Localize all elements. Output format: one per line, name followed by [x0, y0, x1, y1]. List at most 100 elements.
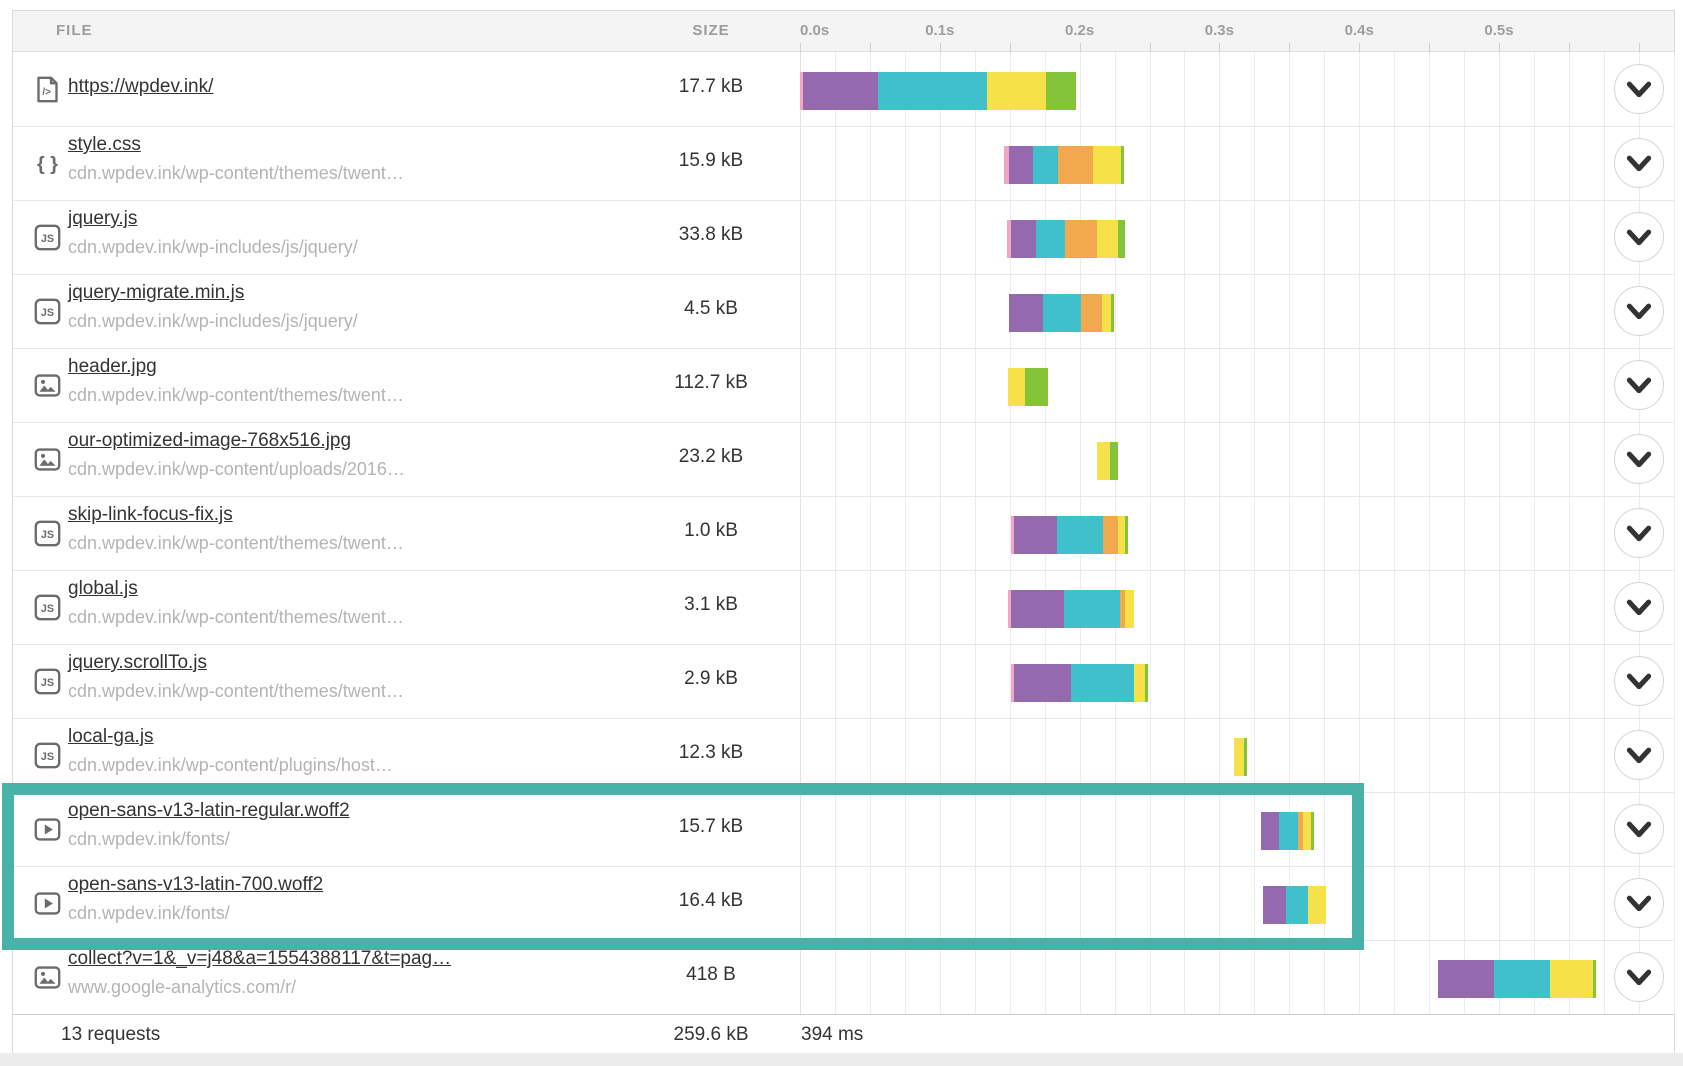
- file-link[interactable]: global.js: [68, 578, 138, 600]
- waterfall-page: FILE SIZE 0.0s0.1s0.2s0.3s0.4s0.5s />htt…: [0, 0, 1683, 1066]
- timing-segment-green: [1311, 812, 1314, 850]
- table-row: open-sans-v13-latin-regular.woff2 cdn.wpd…: [13, 792, 1674, 866]
- table-row: JS local-ga.js cdn.wpdev.ink/wp-content/pl…: [13, 718, 1674, 792]
- svg-text:JS: JS: [41, 233, 54, 245]
- timing-segment-yellow: [1550, 960, 1593, 998]
- expand-row-button[interactable]: [1614, 434, 1664, 484]
- file-size: 33.8 kB: [641, 224, 781, 246]
- timing-bar[interactable]: [1004, 146, 1124, 184]
- timing-segment-teal: [1494, 960, 1550, 998]
- file-size: 17.7 kB: [641, 76, 781, 98]
- time-axis-tick: [1010, 43, 1011, 52]
- total-size: 259.6 kB: [641, 1024, 781, 1046]
- expand-row-button[interactable]: [1614, 286, 1664, 336]
- file-link[interactable]: style.css: [68, 134, 141, 156]
- expand-row-button[interactable]: [1614, 804, 1664, 854]
- file-size: 15.7 kB: [641, 816, 781, 838]
- timing-segment-green: [1121, 146, 1124, 184]
- time-axis-tick: [1289, 43, 1290, 52]
- timing-segment-yellow: [1125, 590, 1133, 628]
- expand-row-button[interactable]: [1614, 730, 1664, 780]
- timing-segment-purple: [1011, 220, 1036, 258]
- time-axis-tick: [800, 43, 801, 52]
- request-rows: /> https://wpdev.ink/17.7 kB { } style.css c…: [13, 52, 1674, 1014]
- timing-segment-green: [1025, 368, 1049, 406]
- js-file-icon: JS: [34, 298, 61, 325]
- timing-segment-yellow: [1303, 812, 1311, 850]
- timing-segment-yellow: [1134, 664, 1145, 702]
- timing-segment-orange: [1065, 220, 1097, 258]
- file-link[interactable]: header.jpg: [68, 356, 157, 378]
- table-row: our-optimized-image-768x516.jpg cdn.wpdev…: [13, 422, 1674, 496]
- timing-bar[interactable]: [1438, 960, 1596, 998]
- timing-segment-teal: [1033, 146, 1058, 184]
- timing-bar[interactable]: [800, 72, 1076, 110]
- time-axis-tick: [1219, 43, 1220, 52]
- total-load-time: 394 ms: [801, 1024, 863, 1046]
- expand-row-button[interactable]: [1614, 582, 1664, 632]
- timing-bar[interactable]: [1009, 294, 1114, 332]
- timing-bar[interactable]: [1261, 812, 1314, 850]
- expand-row-button[interactable]: [1614, 656, 1664, 706]
- js-file-icon: JS: [34, 742, 61, 769]
- timing-bar[interactable]: [1008, 590, 1134, 628]
- total-requests: 13 requests: [61, 1024, 160, 1046]
- js-file-icon: JS: [34, 594, 61, 621]
- file-link[interactable]: skip-link-focus-fix.js: [68, 504, 233, 526]
- timing-segment-teal: [1064, 590, 1120, 628]
- file-host-path: cdn.wpdev.ink/wp-content/themes/twent…: [68, 163, 404, 184]
- file-link[interactable]: open-sans-v13-latin-700.woff2: [68, 874, 323, 896]
- table-row: JSjquery.jscdn.wpdev.ink/wp-includes/js/…: [13, 200, 1674, 274]
- file-host-path: cdn.wpdev.ink/wp-content/plugins/host…: [68, 755, 393, 776]
- timing-segment-yellow: [1093, 146, 1121, 184]
- time-axis-label: 0.4s: [1345, 22, 1374, 39]
- time-axis-tick: [1499, 43, 1500, 52]
- timing-bar[interactable]: [1011, 516, 1128, 554]
- expand-row-button[interactable]: [1614, 878, 1664, 928]
- file-link[interactable]: our-optimized-image-768x516.jpg: [68, 430, 351, 452]
- expand-row-button[interactable]: [1614, 508, 1664, 558]
- file-host-path: cdn.wpdev.ink/wp-content/uploads/2016…: [68, 459, 405, 480]
- expand-row-button[interactable]: [1614, 360, 1664, 410]
- file-link[interactable]: open-sans-v13-latin-regular.woff2: [68, 800, 350, 822]
- timing-segment-green: [1244, 738, 1247, 776]
- expand-row-button[interactable]: [1614, 212, 1664, 262]
- file-link[interactable]: jquery-migrate.min.js: [68, 282, 244, 304]
- timing-bar[interactable]: [1007, 220, 1126, 258]
- time-axis-label: 0.0s: [800, 22, 829, 39]
- file-link[interactable]: collect?v=1&_v=j48&a=1554388117&t=pag…: [68, 948, 451, 970]
- time-axis-tick: [1569, 43, 1570, 52]
- expand-row-button[interactable]: [1614, 64, 1664, 114]
- file-size: 418 B: [641, 964, 781, 986]
- file-link[interactable]: jquery.js: [68, 208, 137, 230]
- file-host-path: cdn.wpdev.ink/wp-content/themes/twent…: [68, 533, 404, 554]
- timing-segment-yellow: [1097, 220, 1118, 258]
- file-host-path: cdn.wpdev.ink/wp-content/themes/twent…: [68, 681, 404, 702]
- timing-segment-teal: [1036, 220, 1065, 258]
- timing-bar[interactable]: [1263, 886, 1326, 924]
- file-host-path: www.google-analytics.com/r/: [68, 977, 296, 998]
- timing-bar[interactable]: [1011, 664, 1148, 702]
- expand-row-button[interactable]: [1614, 952, 1664, 1002]
- svg-text:JS: JS: [41, 529, 54, 541]
- file-link[interactable]: local-ga.js: [68, 726, 154, 748]
- timing-bar[interactable]: [1008, 368, 1048, 406]
- file-link[interactable]: https://wpdev.ink/: [68, 76, 213, 98]
- expand-row-button[interactable]: [1614, 138, 1664, 188]
- file-size: 4.5 kB: [641, 298, 781, 320]
- time-axis-tick: [1359, 43, 1360, 52]
- svg-text:{ }: { }: [37, 153, 58, 175]
- timing-bar[interactable]: [1097, 442, 1118, 480]
- page-background-strip: [0, 1053, 1683, 1066]
- file-column-header: FILE: [56, 22, 93, 39]
- media-file-icon: [34, 816, 61, 843]
- html-file-icon: />: [34, 76, 61, 103]
- time-axis-tick: [1639, 43, 1640, 52]
- file-link[interactable]: jquery.scrollTo.js: [68, 652, 207, 674]
- size-column-header: SIZE: [661, 22, 761, 39]
- timing-segment-purple: [1261, 812, 1279, 850]
- timing-bar[interactable]: [1234, 738, 1247, 776]
- file-host-path: cdn.wpdev.ink/fonts/: [68, 829, 230, 850]
- file-size: 15.9 kB: [641, 150, 781, 172]
- timing-segment-purple: [803, 72, 878, 110]
